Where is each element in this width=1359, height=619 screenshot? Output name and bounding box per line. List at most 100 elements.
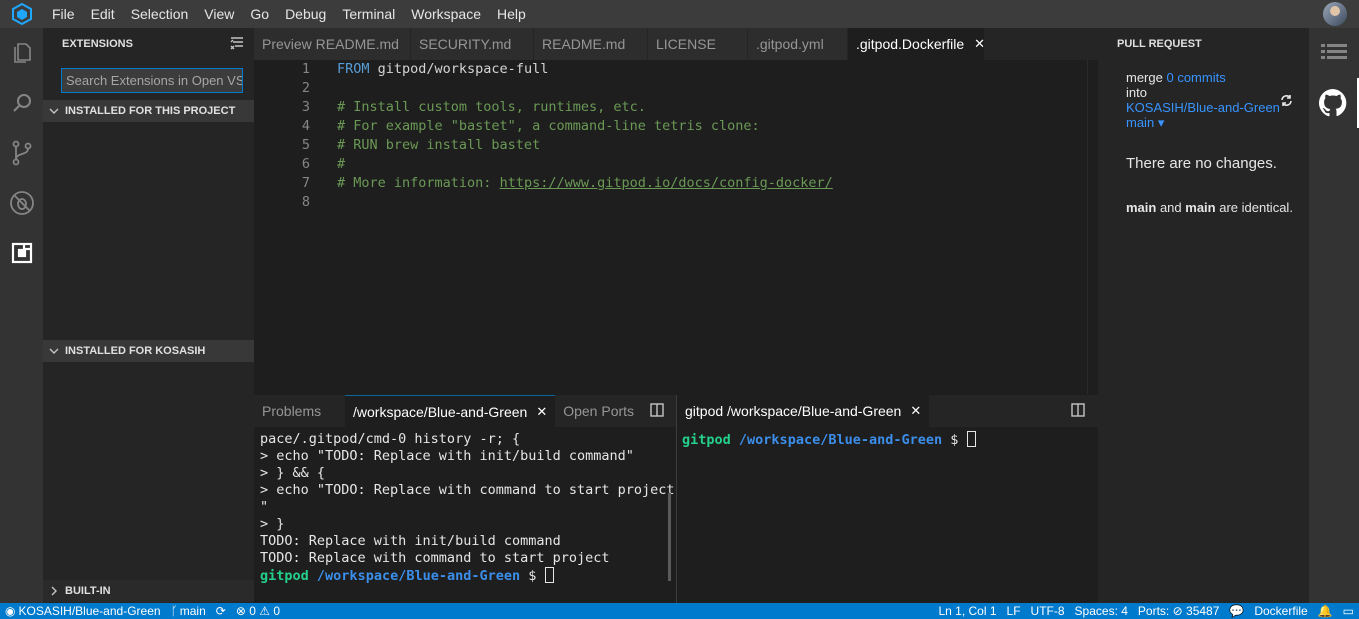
terminal-line: > echo "TODO: Replace with init/build co… [260, 448, 634, 464]
terminal-line: TODO: Replace with command to start proj… [260, 550, 610, 566]
extensions-title-label: EXTENSIONS [62, 38, 133, 50]
panel-tabs-right: gitpod /workspace/Blue-and-Green ✕ [677, 395, 1098, 427]
section-installed-user[interactable]: INSTALLED FOR KOSASIH [43, 340, 254, 362]
merge-summary: merge 0 commits into KOSASIH/Blue-and-Gr… [1126, 70, 1280, 130]
list-icon[interactable] [1309, 28, 1359, 78]
status-eol[interactable]: LF [1002, 604, 1026, 618]
warning-icon: ⚠ [259, 604, 271, 618]
tab-label: /workspace/Blue-and-Green [353, 403, 528, 420]
code-line: 7 # More information: https://www.gitpod.… [254, 174, 833, 193]
close-icon[interactable]: ✕ [536, 404, 547, 420]
tab-problems[interactable]: Problems [254, 395, 345, 427]
remote-icon: ◉ [5, 604, 16, 618]
warning-count: 0 [273, 604, 281, 618]
menu-help[interactable]: Help [489, 0, 534, 28]
terminal-scrollbar[interactable] [668, 493, 671, 581]
branch-b: main [1185, 200, 1216, 215]
search-icon[interactable] [0, 78, 43, 128]
branch-select[interactable]: main ▾ [1126, 115, 1280, 130]
chevron-down-icon [43, 346, 65, 356]
section-built-in[interactable]: BUILT-IN [43, 580, 254, 602]
code-line: 2 [254, 79, 310, 98]
caret-down-icon: ▾ [1157, 115, 1165, 130]
repo-link[interactable]: KOSASIH/Blue-and-Green [1126, 100, 1280, 115]
tab-label: LICENSE [656, 36, 716, 52]
terminal-right[interactable]: gitpod /workspace/Blue-and-Green $ [677, 427, 1098, 603]
status-encoding[interactable]: UTF-8 [1026, 604, 1070, 618]
line-number: 7 [301, 175, 310, 191]
tab-label: gitpod /workspace/Blue-and-Green [685, 403, 902, 419]
section-installed-project[interactable]: INSTALLED FOR THIS PROJECT [43, 100, 254, 122]
code-line: 8 [254, 193, 310, 212]
menu-terminal[interactable]: Terminal [334, 0, 403, 28]
line-number: 4 [301, 118, 310, 134]
layout-icon[interactable]: ▭ [1338, 604, 1359, 618]
status-indentation[interactable]: Spaces: 4 [1070, 604, 1133, 618]
section-label: INSTALLED FOR THIS PROJECT [65, 105, 236, 117]
terminal-left[interactable]: pace/.gitpod/cmd-0 history -r; { > echo … [254, 427, 676, 603]
code-comment: # [337, 156, 346, 172]
docs-link[interactable]: https://www.gitpod.io/docs/config-docker… [500, 175, 833, 191]
menu-debug[interactable]: Debug [277, 0, 334, 28]
status-ports[interactable]: Ports: ⊘ 35487 [1133, 604, 1224, 618]
prompt-symbol: $ [528, 568, 537, 584]
files-icon[interactable] [0, 28, 43, 78]
status-language[interactable]: 💬 Dockerfile [1224, 604, 1312, 618]
section-label: INSTALLED FOR KOSASIH [65, 345, 206, 357]
menu-go[interactable]: Go [242, 0, 277, 28]
tab-gitpod-dockerfile[interactable]: .gitpod.Dockerfile ✕ [848, 28, 985, 60]
status-problems[interactable]: ⊗ 0 ⚠ 0 [231, 604, 285, 618]
menu-workspace[interactable]: Workspace [403, 0, 489, 28]
bell-icon[interactable]: 🔔 [1313, 604, 1338, 618]
sync-icon[interactable]: ⟳ [211, 604, 231, 618]
tab-readme[interactable]: README.md [534, 28, 648, 60]
tab-open-ports[interactable]: Open Ports [555, 395, 642, 427]
code-editor[interactable]: 1 FROM gitpod/workspace-full 2 3 # Install… [254, 60, 1098, 394]
terminal-line: > } [260, 516, 285, 532]
close-icon[interactable]: ✕ [974, 36, 985, 52]
tab-security[interactable]: SECURITY.md [411, 28, 534, 60]
tab-terminal-gitpod[interactable]: gitpod /workspace/Blue-and-Green ✕ [677, 395, 930, 427]
code-keyword: FROM [337, 61, 370, 77]
terminal-line: TODO: Replace with init/build command [260, 533, 561, 549]
terminal-line: " [260, 499, 269, 515]
activity-bar-left [0, 28, 43, 603]
tab-license[interactable]: LICENSE [648, 28, 748, 60]
refresh-icon[interactable] [1280, 94, 1293, 110]
split-terminal-icon[interactable] [1071, 403, 1085, 420]
clear-filter-icon[interactable] [230, 36, 244, 53]
code-comment: # RUN brew install bastet [337, 137, 541, 153]
status-branch[interactable]: ᚴ main [166, 604, 211, 618]
menu-view[interactable]: View [196, 0, 242, 28]
terminal-line: > echo "TODO: Replace with command to st… [260, 482, 675, 498]
branch-icon: ᚴ [170, 604, 178, 618]
merge-label: merge [1126, 70, 1163, 85]
close-icon[interactable]: ✕ [910, 403, 921, 419]
extensions-search-input[interactable] [61, 68, 243, 93]
menu-selection[interactable]: Selection [123, 0, 197, 28]
status-repo[interactable]: ◉ KOSASIH/Blue-and-Green [0, 604, 166, 618]
menu-file[interactable]: File [44, 0, 83, 28]
tab-label: Preview README.md [262, 36, 399, 52]
status-position[interactable]: Ln 1, Col 1 [933, 604, 1001, 618]
commits-link[interactable]: 0 commits [1166, 70, 1225, 85]
tab-label: README.md [542, 36, 626, 52]
extensions-icon[interactable] [0, 228, 43, 278]
terminal-prompt: gitpod /workspace/Blue-and-Green $ [682, 431, 976, 449]
and-text: and [1156, 200, 1186, 215]
editor-scrollbar[interactable] [1087, 60, 1098, 394]
terminal-cursor [966, 431, 976, 447]
tab-preview-readme[interactable]: Preview README.md [254, 28, 411, 60]
tab-gitpod-yml[interactable]: .gitpod.yml [748, 28, 848, 60]
debug-icon[interactable] [0, 178, 43, 228]
github-icon[interactable] [1309, 78, 1359, 128]
split-terminal-icon[interactable] [650, 403, 664, 420]
tab-label: Problems [262, 403, 322, 419]
gitpod-logo-icon[interactable] [0, 0, 44, 28]
menu-edit[interactable]: Edit [83, 0, 123, 28]
avatar[interactable] [1323, 2, 1347, 26]
source-control-icon[interactable] [0, 128, 43, 178]
tab-terminal-workspace[interactable]: /workspace/Blue-and-Green ✕ [345, 395, 556, 427]
identical-message: main and main are identical. [1126, 200, 1293, 215]
line-number: 6 [301, 156, 310, 172]
